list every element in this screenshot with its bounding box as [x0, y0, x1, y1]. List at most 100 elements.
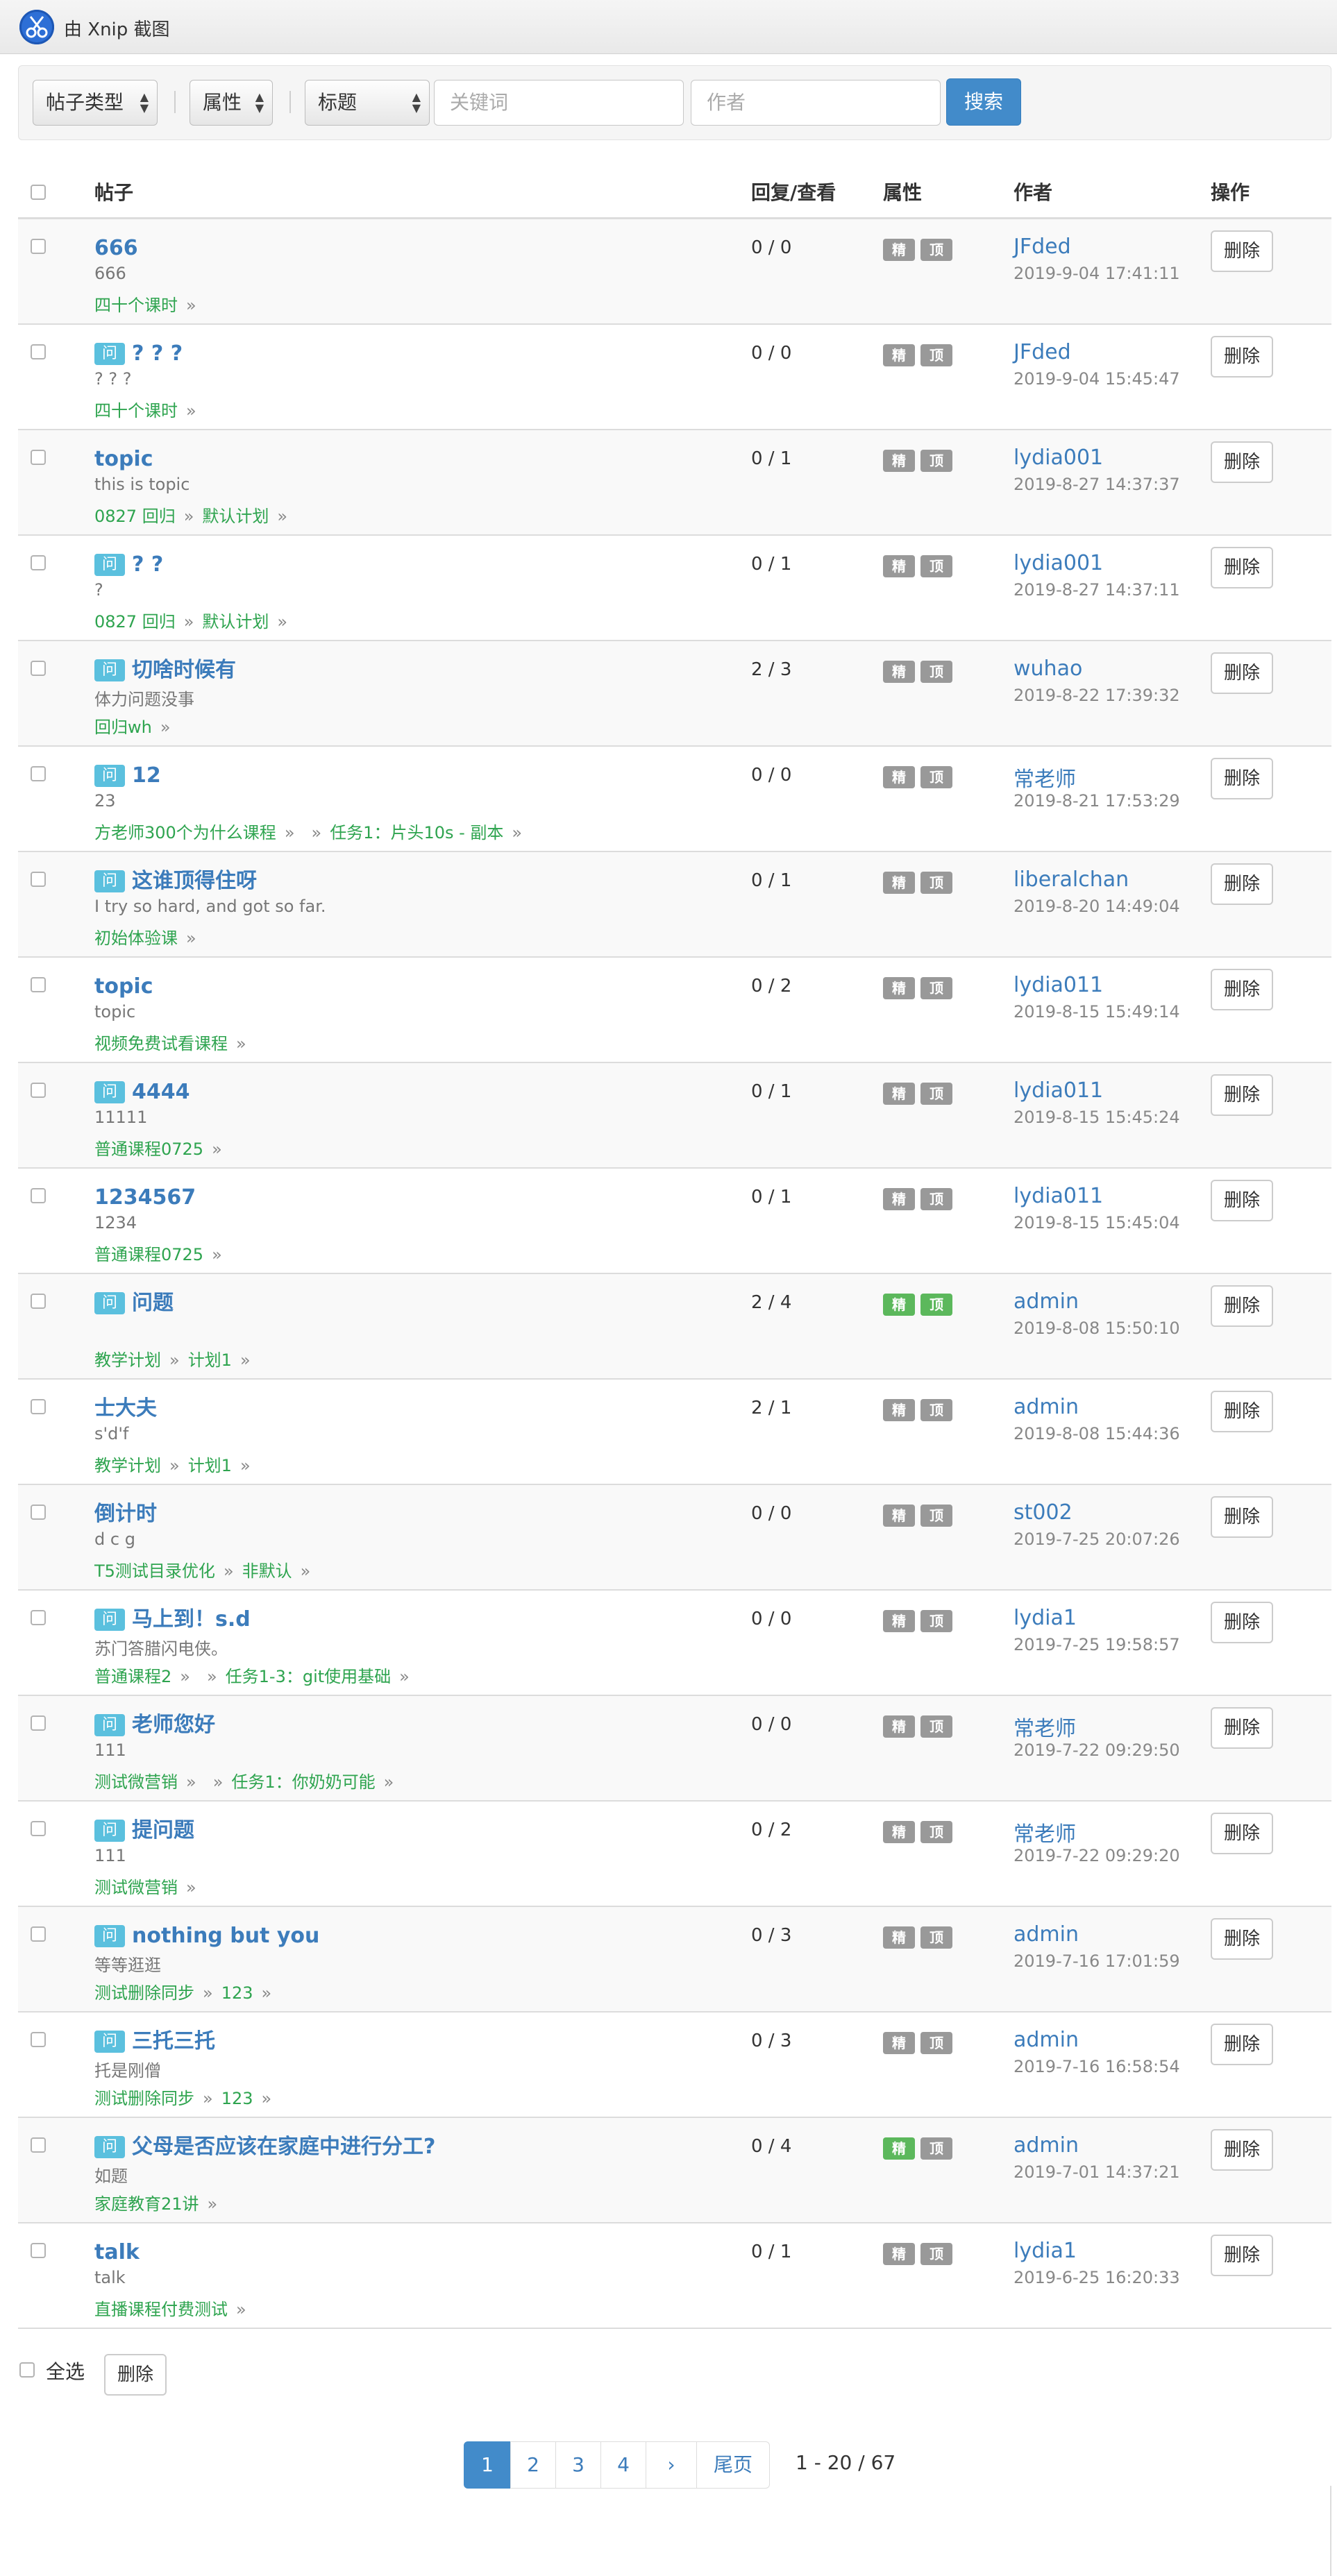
- post-title-link[interactable]: topic: [94, 446, 153, 473]
- essence-badge[interactable]: 精: [883, 1399, 915, 1421]
- sticky-badge[interactable]: 顶: [920, 661, 952, 683]
- delete-button[interactable]: 删除: [1211, 1918, 1273, 1960]
- next-page-button[interactable]: ›: [646, 2441, 697, 2489]
- post-tag-link[interactable]: 测试微营销: [94, 1878, 178, 1897]
- delete-button[interactable]: 删除: [1211, 1813, 1273, 1854]
- delete-button[interactable]: 删除: [1211, 1074, 1273, 1116]
- post-tag-link[interactable]: 默认计划: [202, 507, 269, 526]
- post-tag-link[interactable]: 普通课程0725: [94, 1245, 203, 1264]
- author-link[interactable]: admin: [1014, 1395, 1079, 1419]
- sticky-badge[interactable]: 顶: [920, 2032, 952, 2054]
- essence-badge[interactable]: 精: [883, 239, 915, 261]
- author-link[interactable]: lydia011: [1014, 1184, 1103, 1208]
- essence-badge[interactable]: 精: [883, 1505, 915, 1527]
- post-title-link[interactable]: 老师您好: [132, 1711, 215, 1739]
- row-checkbox[interactable]: [31, 450, 46, 465]
- post-tag-link[interactable]: 测试微营销: [94, 1772, 178, 1792]
- author-link[interactable]: 常老师: [1014, 762, 1076, 793]
- post-tag-link[interactable]: 任务1：片头10s - 副本: [330, 823, 503, 842]
- post-tag-link[interactable]: 123: [221, 2089, 253, 2108]
- post-title-link[interactable]: 问题: [132, 1289, 174, 1317]
- essence-badge[interactable]: 精: [883, 344, 915, 366]
- delete-button[interactable]: 删除: [1211, 441, 1273, 483]
- row-checkbox[interactable]: [31, 1399, 46, 1414]
- row-checkbox[interactable]: [31, 2032, 46, 2047]
- author-link[interactable]: admin: [1014, 2028, 1079, 2052]
- search-button[interactable]: 搜索: [946, 78, 1021, 126]
- sticky-badge[interactable]: 顶: [920, 555, 952, 577]
- essence-badge[interactable]: 精: [883, 2243, 915, 2265]
- sticky-badge[interactable]: 顶: [920, 2243, 952, 2265]
- post-tag-link[interactable]: 教学计划: [94, 1456, 161, 1475]
- author-link[interactable]: liberalchan: [1014, 867, 1129, 892]
- sticky-badge[interactable]: 顶: [920, 2137, 952, 2160]
- sticky-badge[interactable]: 顶: [920, 1926, 952, 1949]
- delete-button[interactable]: 删除: [1211, 1496, 1273, 1538]
- sticky-badge[interactable]: 顶: [920, 1083, 952, 1105]
- post-tag-link[interactable]: 0827 回归: [94, 507, 176, 526]
- row-checkbox[interactable]: [31, 2243, 46, 2258]
- page-4-button[interactable]: 4: [600, 2441, 646, 2489]
- post-tag-link[interactable]: 123: [221, 1983, 253, 2003]
- post-tag-link[interactable]: 测试删除同步: [94, 1983, 194, 2003]
- post-title-link[interactable]: 倒计时: [94, 1500, 157, 1528]
- post-title-link[interactable]: 提问题: [132, 1817, 194, 1845]
- delete-button[interactable]: 删除: [1211, 547, 1273, 588]
- post-title-link[interactable]: 12: [132, 762, 161, 790]
- sticky-badge[interactable]: 顶: [920, 1399, 952, 1421]
- essence-badge[interactable]: 精: [883, 872, 915, 894]
- row-checkbox[interactable]: [31, 977, 46, 992]
- essence-badge[interactable]: 精: [883, 766, 915, 788]
- post-tag-link[interactable]: 四十个课时: [94, 401, 178, 421]
- essence-badge[interactable]: 精: [883, 1610, 915, 1632]
- row-checkbox[interactable]: [31, 1715, 46, 1731]
- essence-badge[interactable]: 精: [883, 1926, 915, 1949]
- author-link[interactable]: lydia001: [1014, 551, 1103, 575]
- row-checkbox[interactable]: [31, 1610, 46, 1625]
- page-2-button[interactable]: 2: [510, 2441, 556, 2489]
- essence-badge[interactable]: 精: [883, 2137, 915, 2160]
- author-link[interactable]: st002: [1014, 1500, 1073, 1525]
- post-tag-link[interactable]: T5测试目录优化: [94, 1561, 215, 1581]
- attribute-select[interactable]: 属性 ▲ ▼: [190, 80, 273, 126]
- post-title-link[interactable]: 666: [94, 235, 138, 262]
- sticky-badge[interactable]: 顶: [920, 977, 952, 999]
- row-checkbox[interactable]: [31, 1294, 46, 1309]
- post-tag-link[interactable]: 初始体验课: [94, 929, 178, 948]
- sticky-badge[interactable]: 顶: [920, 344, 952, 366]
- keyword-input[interactable]: 关键词: [434, 80, 684, 126]
- sticky-badge[interactable]: 顶: [920, 872, 952, 894]
- essence-badge[interactable]: 精: [883, 1294, 915, 1316]
- delete-button[interactable]: 删除: [1211, 863, 1273, 905]
- post-tag-link[interactable]: 直播课程付费测试: [94, 2300, 228, 2319]
- author-link[interactable]: lydia001: [1014, 446, 1103, 470]
- row-checkbox[interactable]: [31, 1083, 46, 1098]
- essence-badge[interactable]: 精: [883, 1821, 915, 1843]
- row-checkbox[interactable]: [31, 1926, 46, 1942]
- author-link[interactable]: 常老师: [1014, 1817, 1076, 1847]
- author-link[interactable]: JFded: [1014, 340, 1071, 364]
- delete-button[interactable]: 删除: [1211, 2024, 1273, 2065]
- delete-button[interactable]: 删除: [1211, 2129, 1273, 2171]
- field-select[interactable]: 标题 ▲ ▼: [305, 80, 430, 126]
- post-tag-link[interactable]: 0827 回归: [94, 612, 176, 632]
- essence-badge[interactable]: 精: [883, 1083, 915, 1105]
- post-tag-link[interactable]: 教学计划: [94, 1350, 161, 1370]
- author-link[interactable]: wuhao: [1014, 656, 1082, 681]
- row-checkbox[interactable]: [31, 872, 46, 887]
- delete-button[interactable]: 删除: [1211, 1180, 1273, 1221]
- sticky-badge[interactable]: 顶: [920, 1505, 952, 1527]
- sticky-badge[interactable]: 顶: [920, 239, 952, 261]
- post-title-link[interactable]: topic: [94, 973, 153, 1001]
- author-link[interactable]: lydia011: [1014, 973, 1103, 997]
- author-link[interactable]: lydia011: [1014, 1078, 1103, 1103]
- post-tag-link[interactable]: 家庭教育21讲: [94, 2194, 199, 2214]
- sticky-badge[interactable]: 顶: [920, 450, 952, 472]
- row-checkbox[interactable]: [31, 766, 46, 781]
- post-tag-link[interactable]: 默认计划: [202, 612, 269, 632]
- row-checkbox[interactable]: [31, 1505, 46, 1520]
- post-title-link[interactable]: 4444: [132, 1078, 190, 1106]
- post-title-link[interactable]: talk: [94, 2239, 140, 2266]
- post-tag-link[interactable]: 计划1: [188, 1456, 232, 1475]
- essence-badge[interactable]: 精: [883, 1715, 915, 1738]
